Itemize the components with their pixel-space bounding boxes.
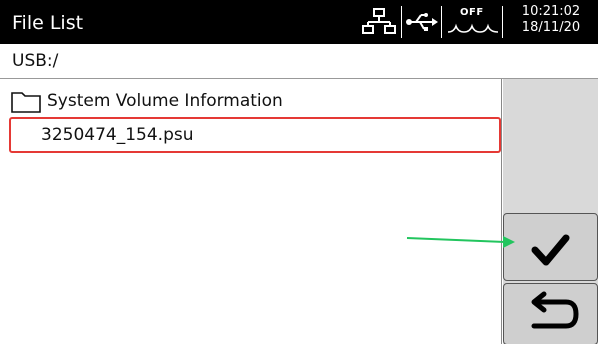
confirm-button[interactable] [503,213,598,281]
page-title: File List [12,12,84,34]
current-path: USB:/ [12,51,59,71]
return-arrow-icon [531,291,579,329]
network-icon [362,6,398,38]
file-name: 3250474_154.psu [41,125,194,145]
clock-date: 18/11/20 [521,20,581,35]
file-list: System Volume Information 3250474_154.ps… [0,79,502,344]
output-off-icon: OFF [441,6,503,38]
usb-icon [401,6,439,38]
list-item-file-selected[interactable]: 3250474_154.psu [9,117,501,153]
list-item-folder[interactable]: System Volume Information [9,83,501,119]
annotation-arrow [406,236,515,248]
folder-name: System Volume Information [47,91,283,111]
folder-icon [11,92,41,113]
clock: 10:21:02 18/11/20 [508,4,594,36]
back-button[interactable] [503,283,598,344]
checkmark-icon [531,234,570,266]
status-bar: File List OFF 10:21:02 18/11/20 [0,0,598,44]
clock-time: 10:21:02 [521,4,581,19]
